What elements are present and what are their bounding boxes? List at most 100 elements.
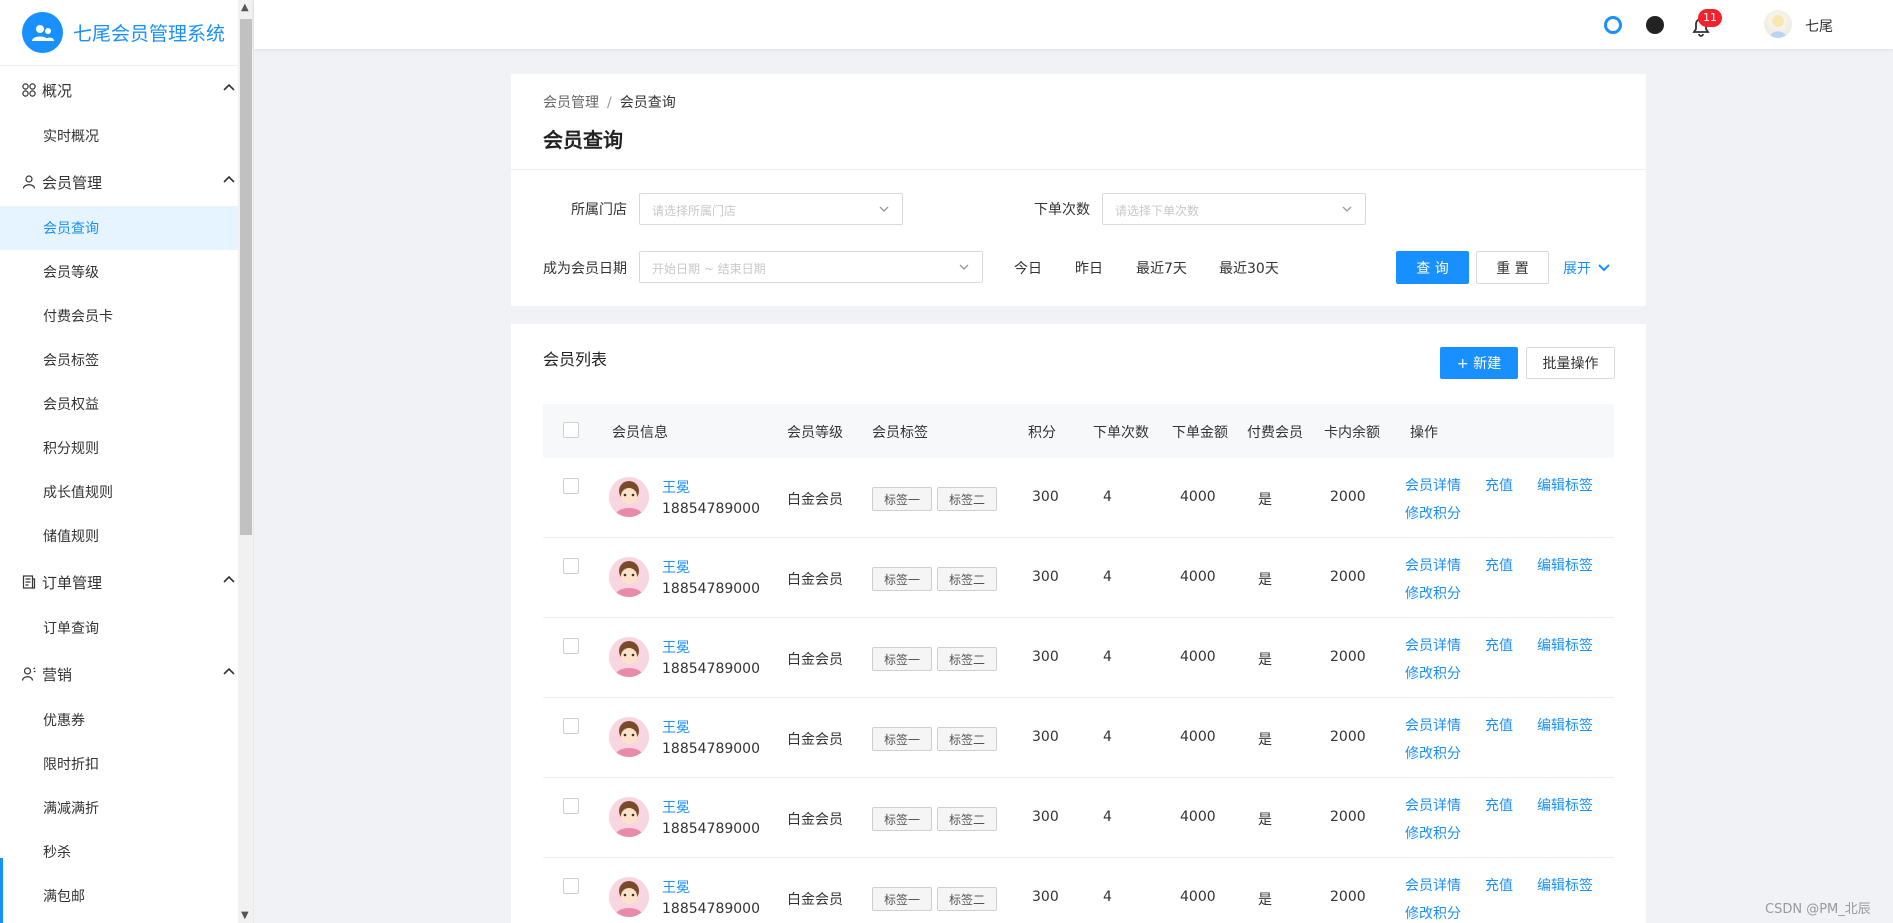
orders-label: 下单次数: [1034, 202, 1090, 218]
select-all-checkbox[interactable]: [563, 422, 579, 438]
col-order-amount: 下单金额: [1172, 425, 1228, 441]
edit-tags-link[interactable]: 编辑标签: [1537, 715, 1593, 735]
recharge-link[interactable]: 充值: [1485, 795, 1513, 815]
sidebar-item-member-level[interactable]: 会员等级: [0, 250, 253, 294]
member-name[interactable]: 王冕: [662, 477, 690, 497]
member-table: 会员信息 会员等级 会员标签 积分 下单次数 下单金额 付费会员 卡内余额 操作…: [543, 404, 1614, 923]
expand-toggle[interactable]: 展开: [1563, 258, 1611, 278]
table-row: 王冕 18854789000 白金会员 标签一 标签二 300 4 4000 是…: [543, 698, 1614, 778]
theme-dark-toggle[interactable]: [1646, 16, 1664, 34]
sidebar-item-limited-discount[interactable]: 限时折扣: [0, 742, 253, 786]
orders-select[interactable]: 请选择下单次数: [1102, 193, 1366, 225]
recharge-link[interactable]: 充值: [1485, 635, 1513, 655]
member-name[interactable]: 王冕: [662, 557, 690, 577]
scrollbar-thumb[interactable]: [240, 19, 252, 535]
member-tag: 标签二: [937, 487, 997, 511]
row-checkbox[interactable]: [563, 798, 579, 814]
recharge-link[interactable]: 充值: [1485, 555, 1513, 575]
sidebar-item-member-tags[interactable]: 会员标签: [0, 338, 253, 382]
member-name[interactable]: 王冕: [662, 717, 690, 737]
scroll-down-icon[interactable]: ▼: [241, 910, 249, 921]
recharge-link[interactable]: 充值: [1485, 715, 1513, 735]
sidebar-item-free-shipping[interactable]: 满包邮: [0, 874, 253, 918]
row-checkbox[interactable]: [563, 638, 579, 654]
row-checkbox[interactable]: [563, 878, 579, 894]
member-name[interactable]: 王冕: [662, 877, 690, 897]
table-row: 王冕 18854789000 白金会员 标签一 标签二 300 4 4000 是…: [543, 618, 1614, 698]
row-checkbox[interactable]: [563, 558, 579, 574]
breadcrumb-parent[interactable]: 会员管理: [543, 95, 599, 111]
sidebar-item-growth-rules[interactable]: 成长值规则: [0, 470, 253, 514]
order-count-value: 4: [1103, 489, 1112, 505]
scroll-up-icon[interactable]: ▲: [241, 2, 249, 13]
modify-points-link[interactable]: 修改积分: [1405, 743, 1461, 763]
member-name[interactable]: 王冕: [662, 797, 690, 817]
sidebar-item-member-rights[interactable]: 会员权益: [0, 382, 253, 426]
sidebar-item-coupons[interactable]: 优惠券: [0, 698, 253, 742]
breadcrumb-current: 会员查询: [619, 95, 676, 111]
member-detail-link[interactable]: 会员详情: [1405, 795, 1461, 815]
logo[interactable]: 七尾会员管理系统: [0, 0, 253, 66]
modify-points-link[interactable]: 修改积分: [1405, 823, 1461, 843]
recharge-link[interactable]: 充值: [1485, 475, 1513, 495]
modify-points-link[interactable]: 修改积分: [1405, 503, 1461, 523]
member-detail-link[interactable]: 会员详情: [1405, 635, 1461, 655]
sidebar-item-realtime-overview[interactable]: 实时概况: [0, 114, 253, 158]
col-actions: 操作: [1410, 425, 1438, 441]
sidebar-item-order-query[interactable]: 订单查询: [0, 606, 253, 650]
new-button[interactable]: + 新建: [1440, 347, 1518, 379]
menu-group-marketing[interactable]: 营销: [0, 650, 253, 698]
row-checkbox[interactable]: [563, 718, 579, 734]
member-tag: 标签一: [872, 887, 932, 911]
edit-tags-link[interactable]: 编辑标签: [1537, 795, 1593, 815]
member-avatar: [609, 797, 649, 837]
quick-today[interactable]: 今日: [1014, 258, 1042, 278]
edit-tags-link[interactable]: 编辑标签: [1537, 635, 1593, 655]
points-value: 300: [1032, 889, 1059, 905]
batch-operation-button[interactable]: 批量操作: [1526, 347, 1615, 379]
menu-group-overview[interactable]: 概况: [0, 66, 253, 114]
member-name[interactable]: 王冕: [662, 637, 690, 657]
modify-points-link[interactable]: 修改积分: [1405, 583, 1461, 603]
edit-tags-link[interactable]: 编辑标签: [1537, 875, 1593, 895]
date-range-picker[interactable]: 开始日期 ~ 结束日期: [639, 251, 983, 283]
modify-points-link[interactable]: 修改积分: [1405, 663, 1461, 683]
user-avatar[interactable]: [1764, 10, 1792, 38]
theme-light-toggle[interactable]: [1604, 16, 1622, 34]
member-detail-link[interactable]: 会员详情: [1405, 715, 1461, 735]
reset-button[interactable]: 重 置: [1476, 251, 1549, 284]
edit-tags-link[interactable]: 编辑标签: [1537, 475, 1593, 495]
col-order-count: 下单次数: [1093, 425, 1149, 441]
edit-tags-link[interactable]: 编辑标签: [1537, 555, 1593, 575]
member-detail-link[interactable]: 会员详情: [1405, 555, 1461, 575]
store-select[interactable]: 请选择所属门店: [639, 193, 903, 225]
query-button[interactable]: 查 询: [1396, 251, 1469, 284]
member-detail-link[interactable]: 会员详情: [1405, 475, 1461, 495]
member-avatar: [609, 557, 649, 597]
quick-last-30-days[interactable]: 最近30天: [1219, 258, 1279, 278]
username[interactable]: 七尾: [1805, 16, 1833, 36]
sidebar-item-full-reduction[interactable]: 满减满折: [0, 786, 253, 830]
sidebar-active-marker: [0, 858, 3, 923]
sidebar-item-flash-sale[interactable]: 秒杀: [0, 830, 253, 874]
sidebar-scrollbar[interactable]: ▲ ▼: [238, 0, 253, 923]
chevron-up-icon: [223, 175, 235, 183]
menu-group-member-management[interactable]: 会员管理: [0, 158, 253, 206]
quick-last-7-days[interactable]: 最近7天: [1136, 258, 1187, 278]
sidebar: 七尾会员管理系统 概况 实时概况 会员管理 会员查询 会员等级 付费会员卡 会员…: [0, 0, 254, 923]
recharge-link[interactable]: 充值: [1485, 875, 1513, 895]
sidebar-item-member-query[interactable]: 会员查询: [0, 206, 253, 250]
quick-yesterday[interactable]: 昨日: [1075, 258, 1103, 278]
sidebar-item-stored-value-rules[interactable]: 储值规则: [0, 514, 253, 558]
order-count-value: 4: [1103, 569, 1112, 585]
row-checkbox[interactable]: [563, 478, 579, 494]
sidebar-item-points-rules[interactable]: 积分规则: [0, 426, 253, 470]
sidebar-item-paid-member-card[interactable]: 付费会员卡: [0, 294, 253, 338]
member-detail-link[interactable]: 会员详情: [1405, 875, 1461, 895]
menu-group-order-management[interactable]: 订单管理: [0, 558, 253, 606]
list-title: 会员列表: [543, 350, 608, 369]
user-icon: [22, 175, 36, 189]
modify-points-link[interactable]: 修改积分: [1405, 903, 1461, 923]
col-member-tags: 会员标签: [872, 425, 928, 441]
member-level: 白金会员: [787, 812, 843, 828]
